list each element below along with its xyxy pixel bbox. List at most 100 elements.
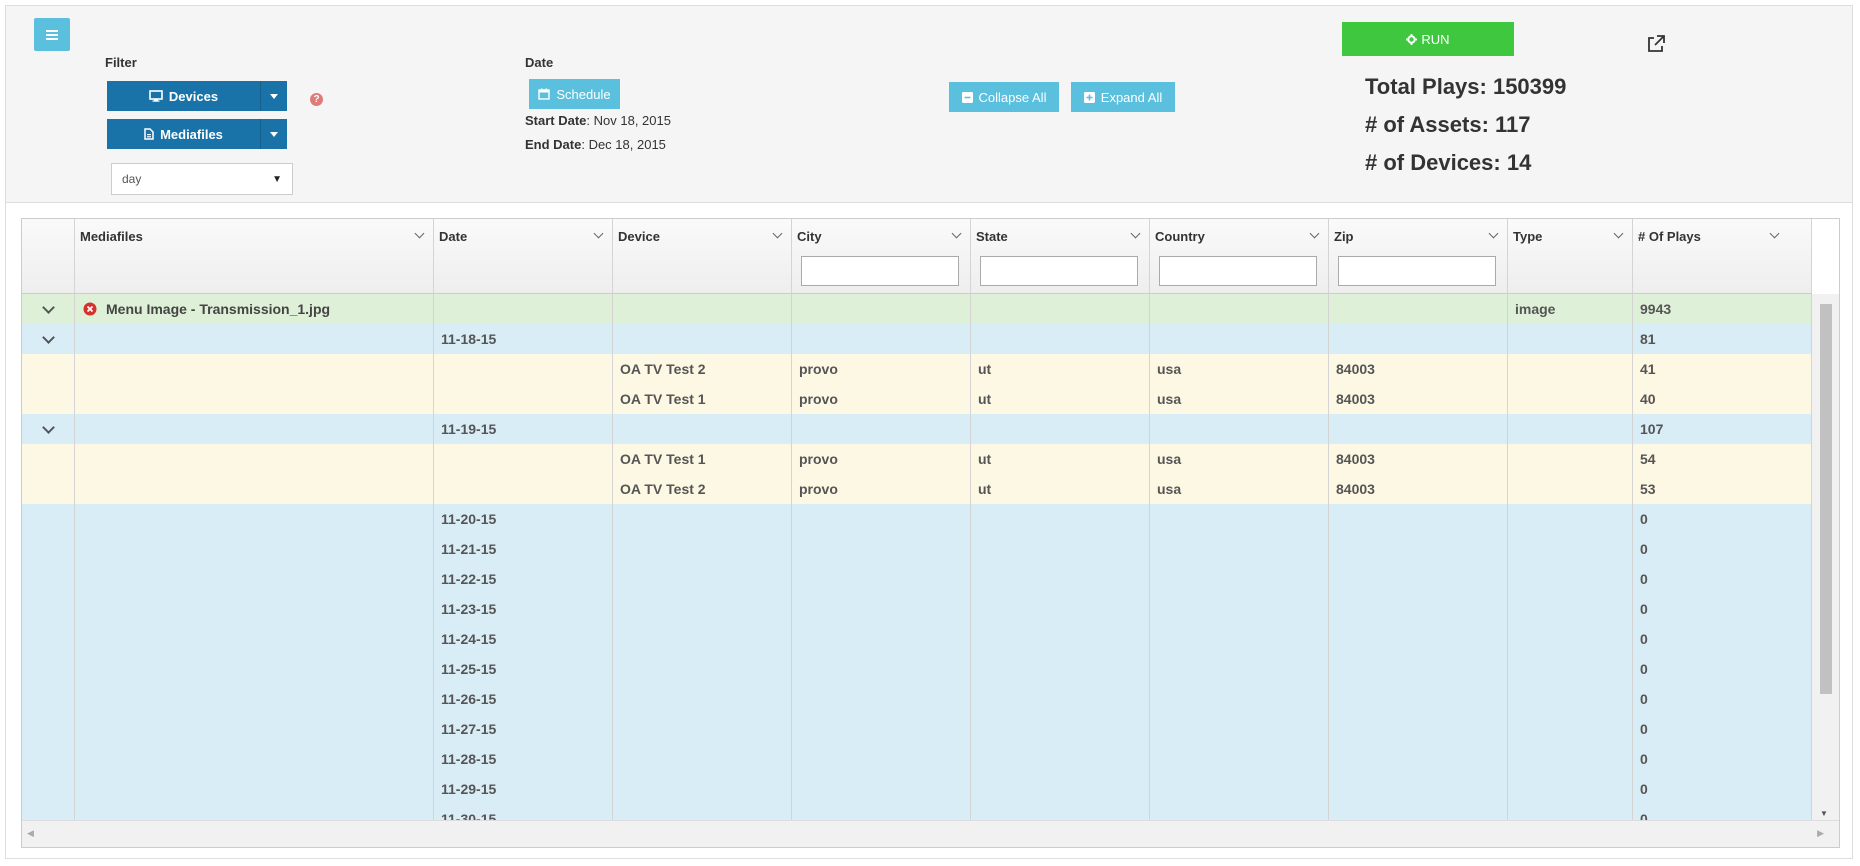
device-cell: OA TV Test 2 (613, 354, 792, 384)
zip-cell (1329, 594, 1508, 624)
row-toggle[interactable] (22, 414, 75, 444)
plays-cell: 0 (1633, 774, 1812, 804)
chevron-down-icon[interactable] (1130, 228, 1141, 239)
country-cell (1150, 684, 1329, 714)
mediafiles-caret[interactable] (260, 119, 287, 149)
chevron-down-icon (42, 420, 55, 434)
date-cell (434, 354, 613, 384)
row-toggle[interactable] (22, 294, 75, 324)
country-cell (1150, 504, 1329, 534)
type-cell (1508, 534, 1633, 564)
zip-cell (1329, 774, 1508, 804)
row-toggle[interactable] (22, 324, 75, 354)
period-select[interactable]: day ▼ (111, 163, 293, 195)
chevron-down-icon[interactable] (772, 228, 783, 239)
country-cell: usa (1150, 444, 1329, 474)
date-row: 11-24-15 0 (22, 624, 1812, 654)
mediafile-cell (75, 654, 434, 684)
zip-filter-input[interactable] (1338, 256, 1496, 286)
scroll-left-arrow-icon[interactable]: ◀ (27, 828, 34, 839)
date-row: 11-22-15 0 (22, 564, 1812, 594)
device-cell (613, 534, 792, 564)
city-cell (792, 714, 971, 744)
select-arrow-icon: ▼ (272, 173, 282, 185)
help-icon[interactable]: ? (310, 93, 323, 106)
grid-body: Menu Image - Transmission_1.jpg image 99… (22, 294, 1812, 821)
state-cell (971, 654, 1150, 684)
column-header-date[interactable]: Date (434, 219, 613, 293)
country-filter-input[interactable] (1159, 256, 1317, 286)
zip-cell (1329, 684, 1508, 714)
mediafiles-dropdown[interactable]: Mediafiles (107, 119, 287, 149)
city-cell: provo (792, 354, 971, 384)
device-cell (613, 714, 792, 744)
device-cell (613, 654, 792, 684)
chevron-down-icon[interactable] (1309, 228, 1320, 239)
zip-cell (1329, 744, 1508, 774)
column-header-type[interactable]: Type (1508, 219, 1633, 293)
chevron-down-icon[interactable] (593, 228, 604, 239)
date-row: 11-28-15 0 (22, 744, 1812, 774)
country-cell (1150, 324, 1329, 354)
column-header-device[interactable]: Device (613, 219, 792, 293)
date-cell: 11-22-15 (434, 564, 613, 594)
collapse-all-button[interactable]: Collapse All (949, 82, 1059, 112)
chevron-down-icon[interactable] (1613, 228, 1624, 239)
state-filter-input[interactable] (980, 256, 1138, 286)
date-cell (434, 294, 613, 324)
mediafile-cell (75, 354, 434, 384)
city-cell: provo (792, 444, 971, 474)
city-cell (792, 654, 971, 684)
column-header-city[interactable]: City (792, 219, 971, 293)
report-grid: Mediafiles Date Device City State Countr… (21, 218, 1840, 848)
column-title: Type (1513, 229, 1543, 244)
plays-cell: 40 (1633, 384, 1812, 414)
column-header-state[interactable]: State (971, 219, 1150, 293)
menu-button[interactable] (34, 18, 70, 51)
devices-dropdown[interactable]: Devices (107, 81, 287, 111)
column-header-plays[interactable]: # Of Plays (1633, 219, 1812, 293)
devices-caret[interactable] (260, 81, 287, 111)
run-button[interactable]: RUN (1342, 22, 1514, 56)
scrollbar-thumb[interactable] (1820, 304, 1832, 694)
column-header-country[interactable]: Country (1150, 219, 1329, 293)
chevron-down-icon[interactable] (1769, 228, 1780, 239)
start-date-value: : Nov 18, 2015 (586, 113, 671, 128)
calendar-icon (538, 88, 551, 100)
run-label: RUN (1421, 31, 1450, 47)
horizontal-scrollbar[interactable]: ◀ ▶ (22, 820, 1839, 847)
remove-icon[interactable] (83, 302, 97, 316)
scroll-right-arrow-icon[interactable]: ▶ (1817, 828, 1824, 839)
end-date-value: : Dec 18, 2015 (581, 137, 666, 152)
date-cell: 11-21-15 (434, 534, 613, 564)
vertical-scrollbar[interactable]: ▼ (1812, 294, 1839, 821)
type-cell (1508, 804, 1633, 821)
type-cell (1508, 564, 1633, 594)
type-cell (1508, 504, 1633, 534)
city-filter-input[interactable] (801, 256, 959, 286)
chevron-down-icon[interactable] (1488, 228, 1499, 239)
date-cell: 11-23-15 (434, 594, 613, 624)
column-header-mediafiles[interactable]: Mediafiles (75, 219, 434, 293)
expand-all-button[interactable]: Expand All (1071, 82, 1175, 112)
state-cell (971, 324, 1150, 354)
device-cell (613, 624, 792, 654)
date-cell: 11-29-15 (434, 774, 613, 804)
chevron-down-icon[interactable] (414, 228, 425, 239)
zip-cell: 84003 (1329, 444, 1508, 474)
schedule-button[interactable]: Schedule (529, 79, 620, 109)
expand-column-header (22, 219, 75, 293)
state-cell (971, 594, 1150, 624)
scroll-down-arrow-icon[interactable]: ▼ (1820, 809, 1828, 818)
city-cell (792, 624, 971, 654)
device-cell: OA TV Test 1 (613, 444, 792, 474)
date-cell: 11-18-15 (434, 324, 613, 354)
state-cell (971, 714, 1150, 744)
mediafile-cell (75, 804, 434, 821)
chevron-down-icon[interactable] (951, 228, 962, 239)
type-cell: image (1508, 294, 1633, 324)
plays-cell: 53 (1633, 474, 1812, 504)
external-link-icon[interactable] (1646, 34, 1666, 54)
column-header-zip[interactable]: Zip (1329, 219, 1508, 293)
city-cell (792, 414, 971, 444)
